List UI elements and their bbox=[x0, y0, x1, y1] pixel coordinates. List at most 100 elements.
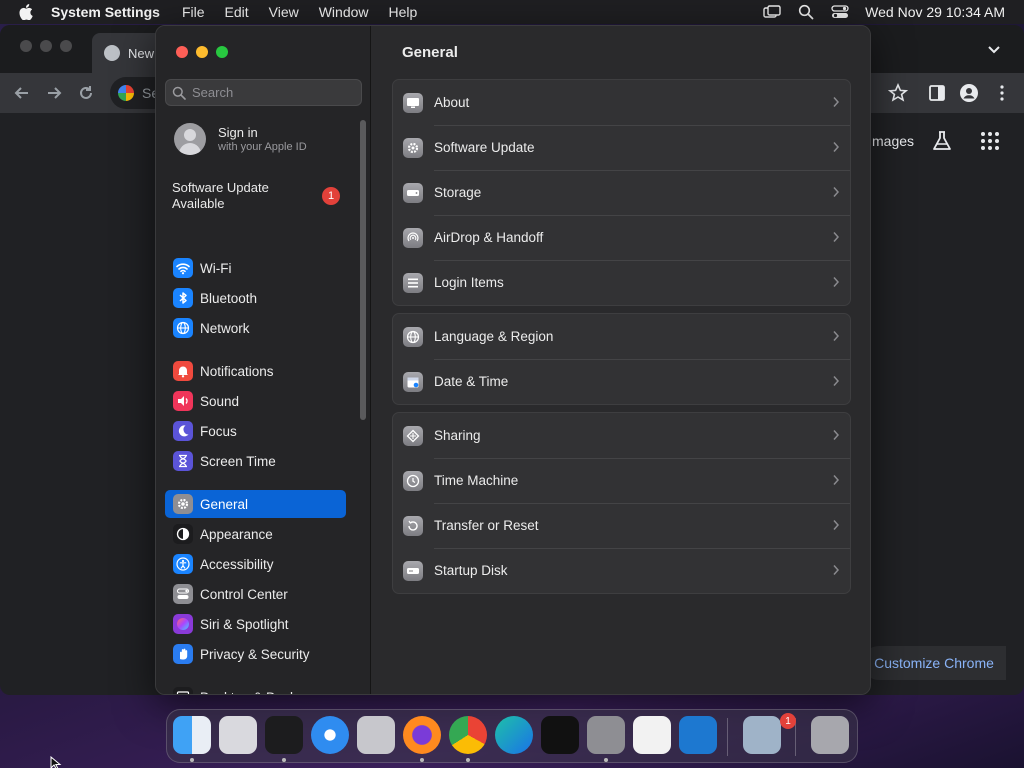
gear-badge-icon bbox=[403, 137, 423, 158]
general-pane: General About Software Update Storage AirDr… bbox=[372, 26, 870, 694]
reload-icon[interactable] bbox=[76, 83, 96, 103]
sidebar-item-general[interactable]: General bbox=[165, 490, 346, 518]
apple-menu-icon[interactable] bbox=[19, 4, 33, 20]
chrome-minimize-button[interactable] bbox=[40, 40, 52, 52]
dock-running-indicator bbox=[604, 758, 608, 762]
customize-chrome-button[interactable]: Customize Chrome bbox=[862, 646, 1006, 680]
sidebar-item-appearance[interactable]: Appearance bbox=[165, 520, 346, 548]
trash-icon[interactable] bbox=[811, 716, 849, 754]
sidebar-item-wi-fi[interactable]: Wi-Fi bbox=[165, 254, 346, 282]
safari-icon[interactable] bbox=[311, 716, 349, 754]
profile-icon[interactable] bbox=[959, 83, 979, 103]
row-label: Time Machine bbox=[434, 473, 519, 488]
launchpad-icon[interactable] bbox=[219, 716, 257, 754]
row-time-machine[interactable]: Time Machine bbox=[393, 458, 850, 503]
sidebar-item-label: Siri & Spotlight bbox=[200, 616, 289, 632]
search-field[interactable] bbox=[165, 79, 362, 106]
activity-monitor-icon[interactable] bbox=[541, 716, 579, 754]
virtualbox-icon[interactable] bbox=[743, 716, 781, 754]
sidebar-item-label: Desktop & Dock bbox=[200, 690, 297, 695]
google-logo-icon bbox=[118, 85, 134, 101]
row-label: Date & Time bbox=[434, 374, 509, 389]
row-label: Storage bbox=[434, 185, 482, 200]
chrome-menu-icon[interactable] bbox=[992, 83, 1012, 103]
chevron-right-icon bbox=[833, 277, 840, 287]
row-language-region[interactable]: Language & Region bbox=[393, 314, 850, 359]
row-software-update[interactable]: Software Update bbox=[393, 125, 850, 170]
dock-running-indicator bbox=[282, 758, 286, 762]
row-login-items[interactable]: Login Items bbox=[393, 260, 850, 305]
settings-sidebar: Sign in with your Apple ID Software Upda… bbox=[156, 26, 371, 694]
minimize-button[interactable] bbox=[196, 46, 208, 58]
chevron-right-icon bbox=[833, 430, 840, 440]
row-date-time[interactable]: Date & Time bbox=[393, 359, 850, 404]
back-arrow-icon[interactable] bbox=[12, 83, 32, 103]
row-transfer-or-reset[interactable]: Transfer or Reset bbox=[393, 503, 850, 548]
sidebar-scrollbar[interactable] bbox=[360, 120, 366, 420]
labs-flask-icon[interactable] bbox=[930, 129, 954, 153]
globe-icon bbox=[173, 318, 193, 338]
images-link[interactable]: mages bbox=[872, 133, 914, 149]
menu-file[interactable]: File bbox=[182, 4, 205, 20]
reset-icon bbox=[403, 515, 423, 536]
sidebar-item-siri-spotlight[interactable]: Siri & Spotlight bbox=[165, 610, 346, 638]
chevron-right-icon bbox=[833, 376, 840, 386]
spotlight-search-icon[interactable] bbox=[797, 3, 815, 21]
chrome-close-button[interactable] bbox=[20, 40, 32, 52]
search-input[interactable] bbox=[192, 85, 352, 100]
row-label: Software Update bbox=[434, 140, 535, 155]
bookmark-star-icon[interactable] bbox=[888, 83, 908, 103]
row-storage[interactable]: Storage bbox=[393, 170, 850, 215]
sidebar-item-focus[interactable]: Focus bbox=[165, 417, 346, 445]
menu-window[interactable]: Window bbox=[319, 4, 369, 20]
zoom-button[interactable] bbox=[216, 46, 228, 58]
sidebar-item-screen-time[interactable]: Screen Time bbox=[165, 447, 346, 475]
hand-icon bbox=[173, 644, 193, 664]
terminal-icon[interactable] bbox=[265, 716, 303, 754]
software-update-available[interactable]: Software Update Available bbox=[172, 180, 292, 212]
app-name-menu[interactable]: System Settings bbox=[51, 4, 160, 20]
finder-icon[interactable] bbox=[173, 716, 211, 754]
sidebar-item-network[interactable]: Network bbox=[165, 314, 346, 342]
sidebar-item-notifications[interactable]: Notifications bbox=[165, 357, 346, 385]
row-airdrop-handoff[interactable]: AirDrop & Handoff bbox=[393, 215, 850, 260]
chrome-tab-title: New bbox=[128, 45, 155, 61]
side-panel-icon[interactable] bbox=[927, 83, 947, 103]
sidebar-item-desktop-dock[interactable]: Desktop & Dock bbox=[165, 683, 346, 695]
menu-help[interactable]: Help bbox=[389, 4, 418, 20]
sidebar-item-sound[interactable]: Sound bbox=[165, 387, 346, 415]
sidebar-item-label: Privacy & Security bbox=[200, 646, 310, 662]
row-label: Transfer or Reset bbox=[434, 518, 539, 533]
sidebar-item-label: Notifications bbox=[200, 363, 274, 379]
menu-view[interactable]: View bbox=[269, 4, 299, 20]
apple-id-sign-in[interactable]: Sign in with your Apple ID bbox=[174, 123, 307, 155]
row-startup-disk[interactable]: Startup Disk bbox=[393, 548, 850, 593]
row-sharing[interactable]: Sharing bbox=[393, 413, 850, 458]
row-about[interactable]: About bbox=[393, 80, 850, 125]
sidebar-item-control-center[interactable]: Control Center bbox=[165, 580, 346, 608]
forward-arrow-icon[interactable] bbox=[44, 83, 64, 103]
sidebar-item-accessibility[interactable]: Accessibility bbox=[165, 550, 346, 578]
sidebar-item-privacy-security[interactable]: Privacy & Security bbox=[165, 640, 346, 668]
globe-icon bbox=[403, 326, 423, 347]
vscode-icon[interactable] bbox=[679, 716, 717, 754]
edge-icon[interactable] bbox=[495, 716, 533, 754]
menu-clock[interactable]: Wed Nov 29 10:34 AM bbox=[865, 4, 1005, 20]
system-preferences-icon[interactable] bbox=[357, 716, 395, 754]
chrome-window-controls bbox=[20, 40, 72, 52]
chrome-zoom-button[interactable] bbox=[60, 40, 72, 52]
sidebar-item-bluetooth[interactable]: Bluetooth bbox=[165, 284, 346, 312]
textedit-icon[interactable] bbox=[633, 716, 671, 754]
google-apps-grid-icon[interactable] bbox=[980, 131, 1000, 151]
menu-edit[interactable]: Edit bbox=[225, 4, 249, 20]
close-button[interactable] bbox=[176, 46, 188, 58]
chrome-icon[interactable] bbox=[449, 716, 487, 754]
dock-running-indicator bbox=[190, 758, 194, 762]
control-center-icon[interactable] bbox=[831, 3, 849, 21]
system-settings-icon[interactable] bbox=[587, 716, 625, 754]
tab-search-chevron-icon[interactable] bbox=[986, 41, 1002, 57]
gear-icon bbox=[173, 494, 193, 514]
firefox-icon[interactable] bbox=[403, 716, 441, 754]
system-settings-window: Sign in with your Apple ID Software Upda… bbox=[155, 25, 871, 695]
screen-mirroring-icon[interactable] bbox=[763, 3, 781, 21]
